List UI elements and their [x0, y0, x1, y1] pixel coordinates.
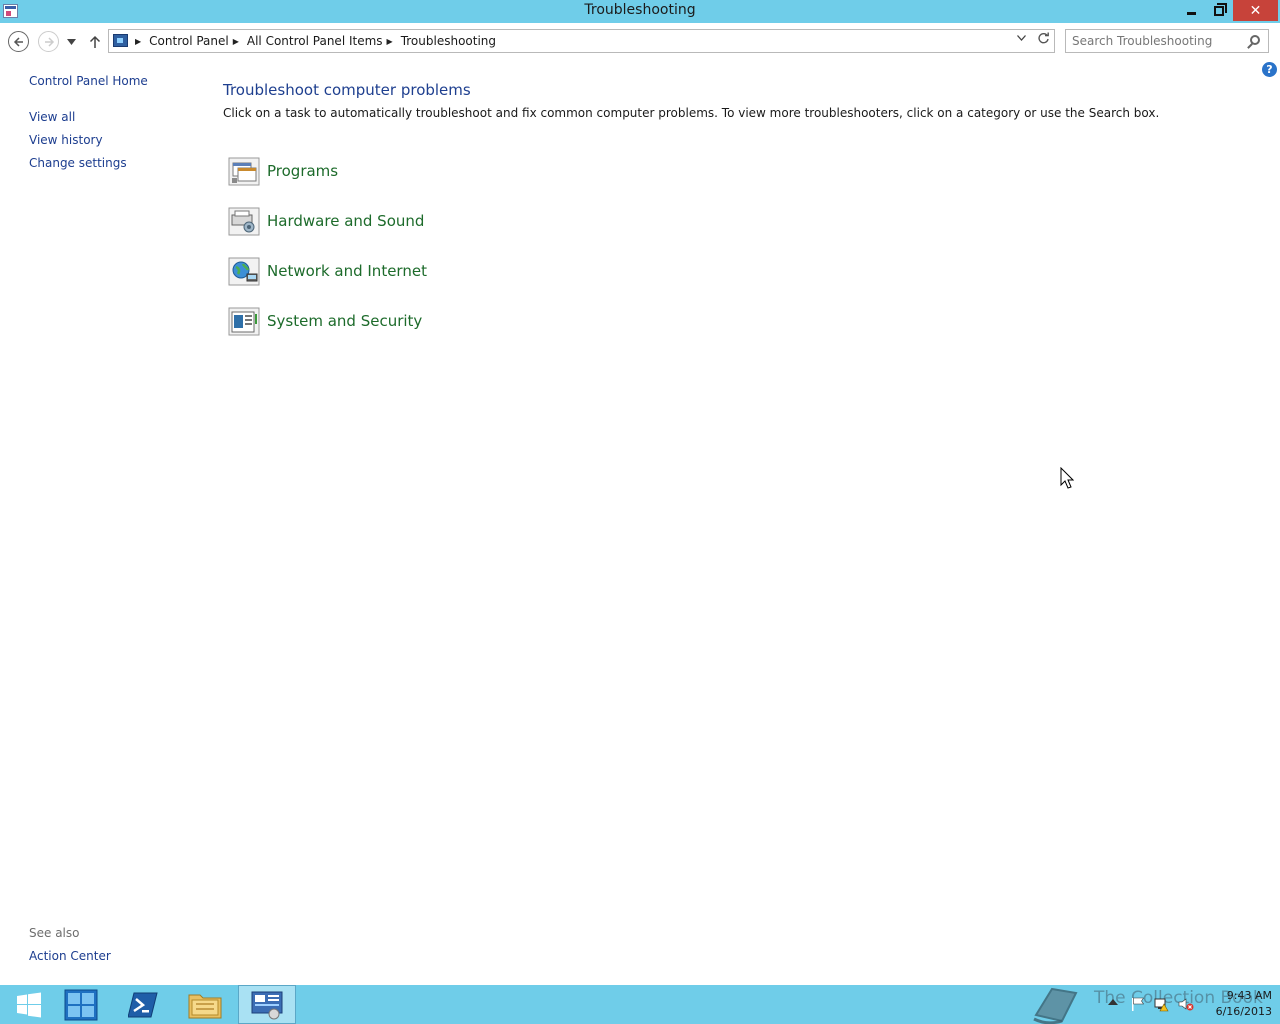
page-description: Click on a task to automatically trouble…	[223, 106, 1160, 120]
control-panel-home-link[interactable]: Control Panel Home	[29, 74, 148, 88]
navigation-bar: ▶ Control Panel ▶ All Control Panel Item…	[0, 23, 1280, 59]
see-also-heading: See also	[29, 926, 80, 940]
up-button[interactable]	[84, 31, 106, 53]
network-status-icon[interactable]	[1154, 996, 1170, 1012]
window-title: Troubleshooting	[584, 2, 696, 18]
taskbar: The Collection Book 9:43 AM 6/16/2013	[0, 985, 1280, 1024]
search-input[interactable]	[1066, 30, 1244, 52]
clock-date: 6/16/2013	[1215, 1005, 1272, 1018]
server-manager-icon	[64, 989, 98, 1020]
address-dropdown-button[interactable]	[1015, 34, 1027, 44]
network-internet-icon	[228, 257, 260, 286]
recent-locations-button[interactable]	[62, 31, 80, 53]
book-icon	[1033, 987, 1078, 1024]
control-panel-icon	[251, 991, 283, 1019]
category-system-and-security[interactable]: System and Security	[228, 305, 422, 337]
breadcrumb-separator-icon[interactable]: ▶	[387, 37, 393, 46]
control-panel-taskbar-button[interactable]	[238, 985, 296, 1024]
page-title: Troubleshoot computer problems	[223, 81, 471, 99]
breadcrumb-all-control-panel-items[interactable]: All Control Panel Items	[247, 34, 383, 48]
breadcrumb-control-panel[interactable]: Control Panel	[149, 34, 229, 48]
arrow-right-icon	[44, 36, 54, 47]
folder-icon	[188, 994, 222, 1018]
mouse-cursor-icon	[1060, 467, 1074, 489]
refresh-button[interactable]	[1035, 32, 1051, 49]
category-hardware-and-sound[interactable]: Hardware and Sound	[228, 205, 424, 237]
arrow-up-icon	[89, 35, 101, 48]
breadcrumb-separator-icon[interactable]: ▶	[135, 37, 141, 46]
address-bar[interactable]: ▶ Control Panel ▶ All Control Panel Item…	[108, 29, 1055, 53]
action-center-link[interactable]: Action Center	[29, 949, 111, 963]
breadcrumb: ▶ Control Panel ▶ All Control Panel Item…	[133, 30, 496, 52]
view-history-link[interactable]: View history	[29, 133, 103, 147]
view-all-link[interactable]: View all	[29, 110, 75, 124]
server-manager-button[interactable]	[52, 985, 110, 1024]
category-network-and-internet[interactable]: Network and Internet	[228, 255, 427, 287]
breadcrumb-troubleshooting[interactable]: Troubleshooting	[401, 34, 496, 48]
category-label[interactable]: System and Security	[267, 312, 422, 330]
minimize-button[interactable]	[1177, 0, 1205, 21]
start-button[interactable]	[0, 985, 58, 1024]
refresh-icon	[1037, 32, 1049, 44]
windows-start-icon	[17, 992, 41, 1017]
action-center-flag-icon[interactable]	[1130, 996, 1146, 1012]
title-bar: Troubleshooting ✕	[0, 0, 1280, 23]
category-programs[interactable]: Programs	[228, 155, 338, 187]
search-icon[interactable]	[1250, 35, 1260, 45]
file-explorer-button[interactable]	[176, 985, 234, 1024]
category-label[interactable]: Programs	[267, 162, 338, 180]
category-label[interactable]: Network and Internet	[267, 262, 427, 280]
search-box[interactable]	[1065, 29, 1269, 53]
system-security-icon	[228, 307, 260, 336]
restore-button[interactable]	[1205, 0, 1233, 21]
clock-time: 9:43 AM	[1226, 989, 1272, 1002]
breadcrumb-separator-icon[interactable]: ▶	[233, 37, 239, 46]
control-panel-icon	[113, 34, 128, 47]
forward-button[interactable]	[38, 31, 59, 52]
powershell-icon	[128, 992, 158, 1017]
back-button[interactable]	[8, 31, 29, 52]
arrow-left-icon	[13, 36, 23, 47]
hardware-sound-icon	[228, 207, 260, 236]
close-button[interactable]: ✕	[1233, 0, 1278, 21]
category-label[interactable]: Hardware and Sound	[267, 212, 424, 230]
change-settings-link[interactable]: Change settings	[29, 156, 127, 170]
programs-icon	[228, 157, 260, 186]
chevron-down-icon	[1016, 35, 1026, 41]
show-hidden-icons-button[interactable]	[1108, 999, 1118, 1005]
volume-muted-icon[interactable]	[1178, 996, 1194, 1012]
system-clock[interactable]: 9:43 AM 6/16/2013	[1204, 988, 1272, 1020]
restore-icon	[1214, 2, 1227, 16]
help-icon[interactable]: ?	[1262, 62, 1277, 77]
minimize-icon	[1186, 11, 1196, 15]
chevron-down-icon	[66, 39, 76, 45]
powershell-button[interactable]	[114, 985, 172, 1024]
